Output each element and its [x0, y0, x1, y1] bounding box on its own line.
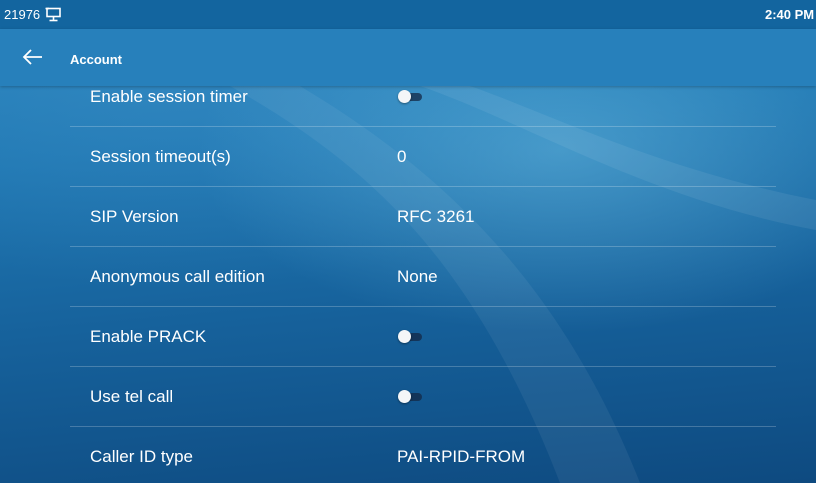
- enable-session-timer-toggle[interactable]: [398, 90, 424, 103]
- page-title: Account: [70, 52, 122, 67]
- setting-row-caller-id-type[interactable]: Caller ID type PAI-RPID-FROM: [70, 427, 776, 483]
- setting-row-enable-session-timer[interactable]: Enable session timer: [70, 67, 776, 127]
- setting-label: Use tel call: [90, 387, 174, 406]
- setting-row-anonymous-call-edition[interactable]: Anonymous call edition None: [70, 247, 776, 307]
- extension-number: 21976: [4, 7, 41, 22]
- setting-label: Enable session timer: [90, 87, 248, 106]
- toggle-thumb: [398, 390, 411, 403]
- setting-row-sip-version[interactable]: SIP Version RFC 3261: [70, 187, 776, 247]
- status-time: 2:40 PM: [765, 7, 815, 22]
- setting-label: Anonymous call edition: [90, 267, 265, 286]
- setting-label: Session timeout(s): [90, 147, 231, 166]
- setting-row-session-timeout[interactable]: Session timeout(s) 0: [70, 127, 776, 187]
- setting-label: SIP Version: [90, 207, 179, 226]
- status-bar: 21976 2:40 PM: [0, 0, 816, 29]
- setting-row-use-tel-call[interactable]: Use tel call: [70, 367, 776, 427]
- use-tel-call-toggle[interactable]: [398, 390, 424, 403]
- anonymous-call-edition-value[interactable]: None: [397, 267, 438, 287]
- setting-label: Enable PRACK: [90, 327, 207, 346]
- desktop-monitor-icon: [45, 7, 62, 22]
- setting-row-enable-prack[interactable]: Enable PRACK: [70, 307, 776, 367]
- arrow-left-icon: [22, 49, 42, 65]
- toggle-thumb: [398, 330, 411, 343]
- setting-label: Caller ID type: [90, 447, 193, 466]
- enable-prack-toggle[interactable]: [398, 330, 424, 343]
- settings-list: Enable session timer Session timeout(s) …: [70, 67, 776, 483]
- toggle-thumb: [398, 90, 411, 103]
- account-settings-screen: 21976 2:40 PM Account Enable session tim…: [0, 0, 816, 483]
- session-timeout-value[interactable]: 0: [397, 147, 406, 167]
- back-button[interactable]: [22, 49, 46, 65]
- sip-version-value[interactable]: RFC 3261: [397, 207, 474, 227]
- caller-id-type-value[interactable]: PAI-RPID-FROM: [397, 447, 525, 467]
